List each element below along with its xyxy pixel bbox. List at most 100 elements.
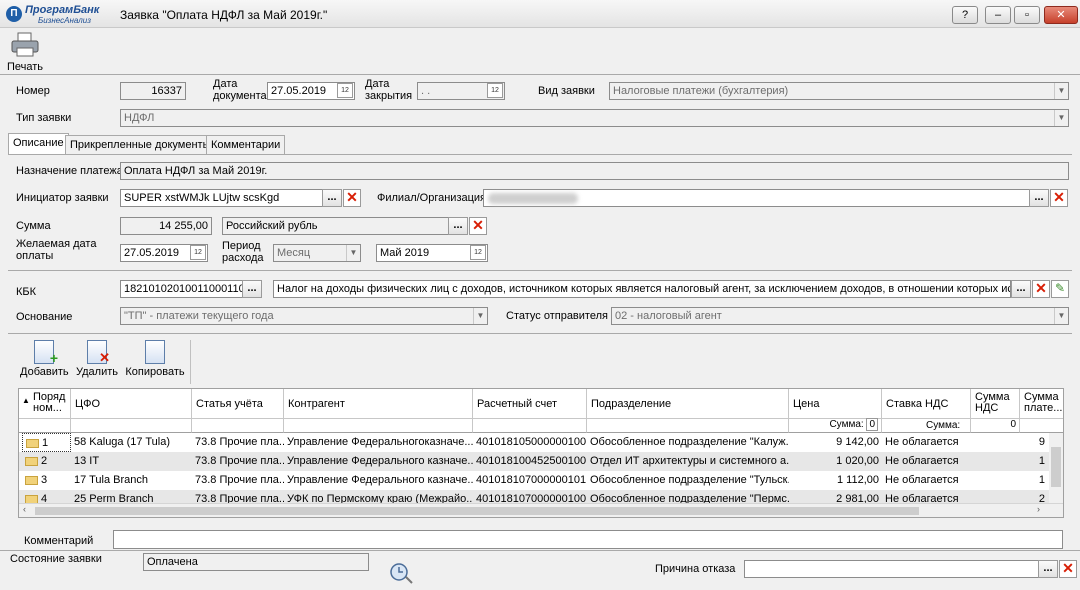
- table-row[interactable]: 2 13 IT 73.8 Прочие пла... Управление Фе…: [19, 452, 1063, 471]
- price-subtotal: Сумма: 0: [789, 418, 882, 433]
- maximize-button[interactable]: ▫: [1014, 6, 1040, 24]
- redacted-mask: [488, 193, 578, 204]
- workflow-icon[interactable]: [388, 559, 414, 585]
- clear-icon[interactable]: ✕: [1059, 560, 1077, 578]
- app-logo: П ПрограмБанк БизнесАнализ: [6, 4, 116, 26]
- print-button[interactable]: Печать: [6, 32, 44, 73]
- tab-description[interactable]: Описание: [8, 133, 69, 154]
- calendar-icon[interactable]: 12: [337, 83, 353, 98]
- column-header-total[interactable]: Сумма плате...: [1020, 389, 1063, 419]
- initiator-label: Инициатор заявки: [16, 192, 109, 204]
- printer-icon: [11, 32, 39, 57]
- initiator-select-button[interactable]: ...: [322, 189, 342, 207]
- copy-row-button[interactable]: Копировать: [124, 340, 186, 378]
- delete-row-button[interactable]: ✕ Удалить: [74, 340, 120, 378]
- initiator-field[interactable]: SUPER xstWMJk LUjtw scsKgd: [120, 189, 342, 207]
- chevron-down-icon: ▼: [346, 245, 360, 261]
- sender-status-select: 02 - налоговый агент ▼: [611, 307, 1069, 325]
- kbk-description-field[interactable]: Налог на доходы физических лиц с доходов…: [273, 280, 1011, 298]
- scroll-left-icon[interactable]: ‹: [23, 504, 26, 514]
- minimize-button[interactable]: ‒: [985, 6, 1011, 24]
- column-header-vat-rate[interactable]: Ставка НДС: [882, 389, 971, 419]
- chevron-down-icon: ▼: [473, 308, 487, 324]
- request-type-select: НДФЛ ▼: [120, 109, 1069, 127]
- column-header-vat-sum[interactable]: Сумма НДС: [971, 389, 1020, 419]
- clear-icon[interactable]: ✕: [469, 217, 487, 235]
- clear-icon[interactable]: ✕: [1032, 280, 1050, 298]
- tab-comments[interactable]: Комментарии: [206, 135, 286, 154]
- reject-select-button[interactable]: ...: [1038, 560, 1058, 578]
- scroll-right-icon[interactable]: ›: [1037, 504, 1040, 514]
- purpose-field: Оплата НДФЛ за Май 2019г.: [120, 162, 1069, 180]
- calendar-icon[interactable]: 12: [470, 245, 486, 260]
- reject-field[interactable]: [744, 560, 1044, 578]
- chevron-down-icon: ▼: [1054, 83, 1068, 99]
- column-header-order[interactable]: ▲ Поряд ном...: [19, 389, 71, 419]
- comment-field[interactable]: [113, 530, 1063, 549]
- column-header-contractor[interactable]: Контрагент: [284, 389, 473, 419]
- column-header-price[interactable]: Цена: [789, 389, 882, 419]
- sort-asc-icon: ▲: [22, 396, 30, 405]
- kbk-select-button[interactable]: ...: [242, 280, 262, 298]
- currency-select-button[interactable]: ...: [448, 217, 468, 235]
- add-row-button[interactable]: + Добавить: [20, 340, 69, 378]
- add-document-icon: +: [34, 340, 58, 366]
- period-value: Май 2019: [380, 247, 430, 259]
- request-type-label: Тип заявки: [16, 112, 72, 124]
- branch-select-button[interactable]: ...: [1029, 189, 1049, 207]
- kbk-label: КБК: [16, 286, 37, 298]
- sum-label: Сумма: [16, 220, 51, 232]
- request-kind-label: Вид заявки: [538, 85, 595, 97]
- horizontal-scrollbar[interactable]: ‹ ›: [19, 503, 1063, 517]
- vertical-scrollbar[interactable]: [1049, 433, 1063, 505]
- kbk-field[interactable]: 18210102010011000110: [120, 280, 246, 298]
- request-kind-value: Налоговые платежи (бухгалтерия): [613, 85, 789, 97]
- copy-label: Копировать: [125, 366, 185, 378]
- toolbar-separator: [190, 340, 191, 384]
- copy-document-icon: [145, 340, 165, 364]
- number-field: 16337: [120, 82, 186, 100]
- kbk-desc-select-button[interactable]: ...: [1011, 280, 1031, 298]
- window-title: Заявка "Оплата НДФЛ за Май 2019г.": [120, 8, 328, 22]
- period-field[interactable]: Май 2019 12: [376, 244, 488, 262]
- request-type-value: НДФЛ: [124, 112, 155, 124]
- pay-date-value: 27.05.2019: [124, 247, 180, 259]
- divider: [8, 270, 1072, 271]
- table-row[interactable]: 3 17 Tula Branch 73.8 Прочие пла... Упра…: [19, 471, 1063, 490]
- help-button[interactable]: ?: [952, 6, 978, 24]
- table-row[interactable]: 1 58 Kaluga (17 Tula) 73.8 Прочие пла...…: [19, 433, 1063, 452]
- basis-select: "ТП" - платежи текущего года ▼: [120, 307, 488, 325]
- close-date-label: Дата закрытия: [365, 78, 413, 102]
- close-button[interactable]: ✕: [1044, 6, 1078, 24]
- tab-attachments[interactable]: Прикрепленные документы: [65, 135, 216, 154]
- tab-divider: [8, 154, 1072, 155]
- vat-subtotal: 0: [971, 419, 1020, 433]
- column-header-division[interactable]: Подразделение: [587, 389, 789, 419]
- delete-document-icon: ✕: [87, 340, 110, 365]
- column-header-cfo[interactable]: ЦФО: [71, 389, 192, 419]
- items-table[interactable]: ▲ Поряд ном... ЦФО Статья учёта Контраген…: [18, 388, 1064, 518]
- state-field: Оплачена: [143, 553, 369, 571]
- chevron-down-icon: ▼: [1054, 308, 1068, 324]
- folder-icon: [25, 456, 38, 466]
- column-header-account[interactable]: Расчетный счет: [473, 389, 587, 419]
- folder-icon: [25, 475, 38, 485]
- scroll-thumb[interactable]: [35, 507, 919, 515]
- divider: [0, 74, 1080, 75]
- clear-icon[interactable]: ✕: [343, 189, 361, 207]
- close-date-value: . .: [421, 85, 431, 97]
- doc-date-field[interactable]: 27.05.2019 12: [267, 82, 355, 100]
- clear-icon[interactable]: ✕: [1050, 189, 1068, 207]
- folder-icon: [26, 438, 39, 448]
- branch-label: Филиал/Организация: [377, 192, 487, 204]
- column-header-article[interactable]: Статья учёта: [192, 389, 284, 419]
- number-label: Номер: [16, 85, 50, 97]
- calendar-icon[interactable]: 12: [190, 245, 206, 260]
- delete-label: Удалить: [76, 366, 118, 378]
- pay-date-field[interactable]: 27.05.2019 12: [120, 244, 208, 262]
- comment-label: Комментарий: [24, 535, 94, 547]
- edit-icon[interactable]: ✎: [1051, 280, 1069, 298]
- close-date-field: . . 12: [417, 82, 505, 100]
- scroll-thumb[interactable]: [1051, 447, 1061, 487]
- sender-status-value: 02 - налоговый агент: [615, 310, 722, 322]
